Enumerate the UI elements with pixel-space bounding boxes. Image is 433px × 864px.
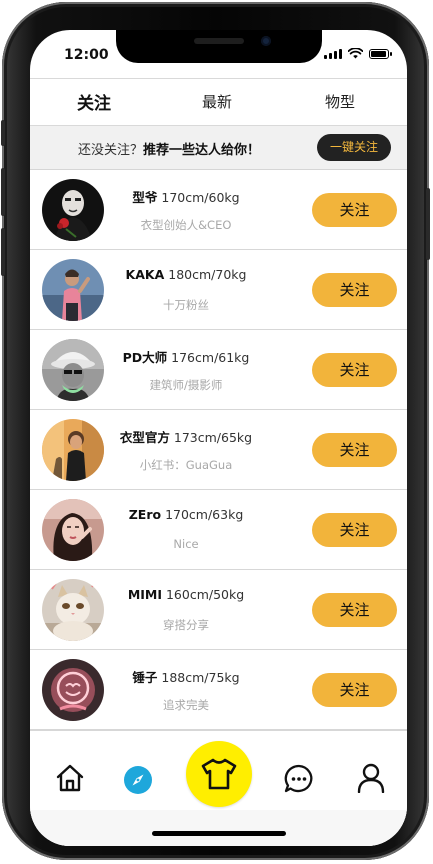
- user-icon[interactable]: [357, 763, 385, 793]
- tab-wuxing[interactable]: 物型: [325, 91, 355, 112]
- follow-button[interactable]: 关注: [312, 593, 397, 627]
- user-stats: 160cm/50kg: [165, 587, 245, 602]
- status-icons: [324, 48, 392, 59]
- wifi-icon: [348, 48, 363, 59]
- phone-frame: 12:00 关注 最新 物型 还没关注？推荐一些达人给你！ 一键关注 型爷 17…: [1, 2, 430, 860]
- banner-prefix: 还没关注？: [78, 143, 144, 158]
- avatar[interactable]: [42, 339, 104, 401]
- center-action-button[interactable]: [186, 741, 252, 807]
- user-desc: 穿搭分享: [163, 618, 209, 632]
- user-name: 衣型官方: [119, 430, 170, 445]
- user-desc: 小红书：GuaGua: [139, 458, 233, 472]
- user-info: 型爷 170cm/60kg: [106, 187, 266, 206]
- phone-screen: 12:00 关注 最新 物型 还没关注？推荐一些达人给你！ 一键关注 型爷 17…: [30, 30, 407, 846]
- user-desc: 建筑师/摄影师: [149, 378, 223, 392]
- user-name: KAKA: [125, 267, 165, 282]
- volume-down-button: [1, 228, 5, 276]
- list-item: 型爷 170cm/60kg 衣型创始人&CEO 关注: [30, 170, 407, 250]
- avatar[interactable]: [42, 259, 104, 321]
- tab-bar: 关注 最新 物型: [30, 78, 407, 126]
- list-item: PD大师 176cm/61kg 建筑师/摄影师 关注: [30, 330, 407, 410]
- user-stats: 170cm/60kg: [161, 190, 240, 205]
- avatar[interactable]: [42, 659, 104, 721]
- user-desc: 衣型创始人&CEO: [140, 218, 232, 232]
- notch: [116, 30, 322, 63]
- volume-up-button: [1, 168, 5, 216]
- user-stats: 170cm/63kg: [165, 507, 244, 522]
- list-item: MIMI 160cm/50kg 穿搭分享 关注: [30, 570, 407, 650]
- follow-button[interactable]: 关注: [312, 513, 397, 547]
- list-item: 锤子 188cm/75kg 追求完美 关注: [30, 650, 407, 730]
- power-button: [426, 188, 430, 260]
- follow-all-button[interactable]: 一键关注: [317, 134, 391, 161]
- silent-switch: [1, 120, 5, 146]
- follow-button[interactable]: 关注: [312, 353, 397, 387]
- user-stats: 180cm/70kg: [168, 267, 247, 282]
- tab-following[interactable]: 关注: [77, 89, 111, 114]
- avatar[interactable]: [42, 419, 104, 481]
- user-stats: 188cm/75kg: [161, 670, 240, 685]
- chat-icon[interactable]: [284, 764, 314, 794]
- banner-highlight: 推荐一些达人给你！: [143, 143, 261, 158]
- home-indicator[interactable]: [152, 831, 286, 836]
- battery-icon: [369, 48, 392, 59]
- list-item: ZEro 170cm/63kg Nice 关注: [30, 490, 407, 570]
- front-camera: [261, 36, 271, 46]
- user-info: ZEro 170cm/63kg: [106, 507, 266, 522]
- user-name: 型爷: [132, 190, 158, 205]
- user-name: PD大师: [122, 350, 168, 365]
- user-info: MIMI 160cm/50kg: [106, 587, 266, 602]
- safe-area: [30, 810, 407, 846]
- user-info: 衣型官方 173cm/65kg: [106, 427, 266, 446]
- follow-button[interactable]: 关注: [312, 673, 397, 707]
- user-name: MIMI: [127, 587, 162, 602]
- user-stats: 173cm/65kg: [173, 430, 253, 445]
- user-desc: 追求完美: [163, 698, 209, 712]
- list-item: 衣型官方 173cm/65kg 小红书：GuaGua 关注: [30, 410, 407, 490]
- avatar[interactable]: [42, 499, 104, 561]
- recommend-banner: 还没关注？推荐一些达人给你！ 一键关注: [30, 126, 407, 170]
- user-info: PD大师 176cm/61kg: [106, 347, 266, 366]
- follow-button[interactable]: 关注: [312, 193, 397, 227]
- speaker: [194, 38, 244, 44]
- user-list: 型爷 170cm/60kg 衣型创始人&CEO 关注 KAKA 180cm/70…: [30, 170, 407, 730]
- tab-latest[interactable]: 最新: [202, 91, 232, 112]
- list-item: KAKA 180cm/70kg 十万粉丝 关注: [30, 250, 407, 330]
- tshirt-icon: [201, 758, 237, 790]
- follow-button[interactable]: 关注: [312, 433, 397, 467]
- user-name: 锤子: [132, 670, 158, 685]
- user-desc: Nice: [173, 537, 199, 551]
- status-time: 12:00: [64, 47, 109, 63]
- user-stats: 176cm/61kg: [171, 350, 250, 365]
- user-name: ZEro: [128, 507, 162, 522]
- avatar[interactable]: [42, 179, 104, 241]
- avatar[interactable]: [42, 579, 104, 641]
- user-info: 锤子 188cm/75kg: [106, 667, 266, 686]
- home-icon[interactable]: [55, 764, 85, 792]
- user-info: KAKA 180cm/70kg: [106, 267, 266, 282]
- banner-text: 还没关注？推荐一些达人给你！: [78, 139, 260, 158]
- compass-icon[interactable]: [123, 765, 153, 795]
- signal-icon: [324, 48, 342, 59]
- user-desc: 十万粉丝: [163, 298, 209, 312]
- follow-button[interactable]: 关注: [312, 273, 397, 307]
